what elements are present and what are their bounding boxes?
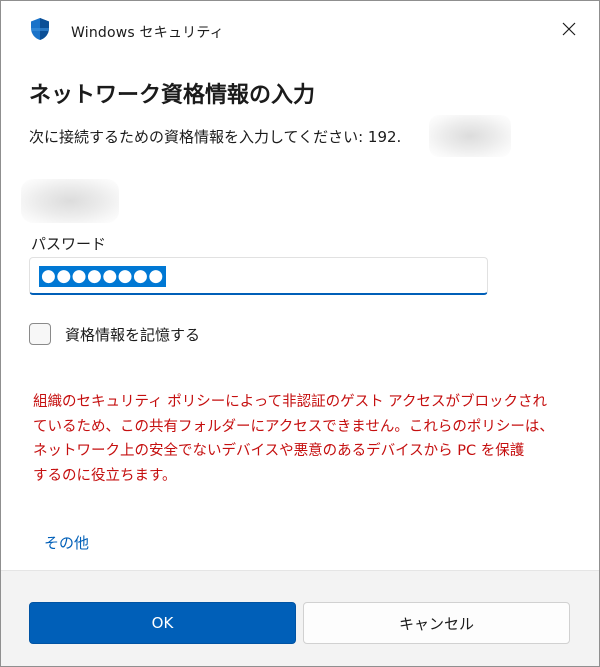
app-title: Windows セキュリティ: [71, 25, 224, 41]
button-footer: OK キャンセル: [1, 570, 599, 666]
ok-button[interactable]: OK: [29, 602, 296, 644]
password-value: ●●●●●●●●: [39, 266, 166, 287]
warning-line: するのに役立ちます。: [33, 467, 177, 484]
instruction-text: 次に接続するための資格情報を入力してください: 192.: [29, 128, 402, 146]
redacted-username: [21, 179, 119, 223]
redacted-address: [429, 115, 511, 157]
title-bar: Windows セキュリティ: [1, 1, 599, 59]
password-label: パスワード: [31, 235, 107, 253]
policy-warning: 組織のセキュリティ ポリシーによって非認証のゲスト アクセスがブロックされ てい…: [33, 390, 573, 488]
close-icon: [562, 21, 576, 40]
dialog-heading: ネットワーク資格情報の入力: [29, 83, 316, 108]
more-options-link[interactable]: その他: [44, 532, 89, 553]
shield-icon: [30, 17, 50, 41]
cancel-button[interactable]: キャンセル: [303, 602, 570, 644]
close-button[interactable]: [549, 11, 589, 49]
remember-credentials-checkbox[interactable]: 資格情報を記憶する: [29, 321, 200, 347]
warning-line: ているため、この共有フォルダーにアクセスできません。これらのポリシーは、: [33, 418, 554, 435]
password-input[interactable]: ●●●●●●●●: [29, 257, 488, 295]
remember-label: 資格情報を記憶する: [65, 325, 201, 344]
credentials-dialog: Windows セキュリティ ネットワーク資格情報の入力 次に接続するための資格…: [0, 0, 600, 667]
warning-line: 組織のセキュリティ ポリシーによって非認証のゲスト アクセスがブロックされ: [33, 394, 547, 410]
warning-line: ネットワーク上の安全でないデバイスや悪意のあるデバイスから PC を保護: [33, 443, 525, 459]
checkbox-box[interactable]: [29, 323, 51, 345]
